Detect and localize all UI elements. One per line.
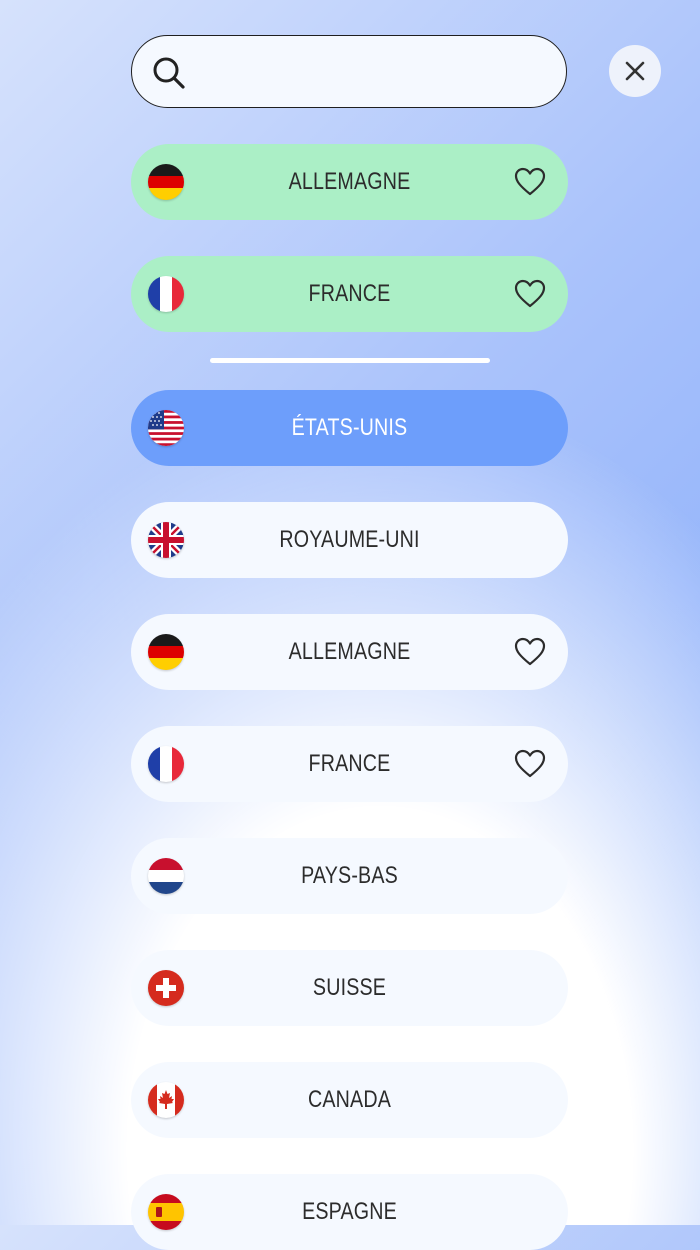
country-label: ALLEMAGNE (288, 638, 411, 665)
heart-icon[interactable] (514, 749, 546, 779)
close-icon (625, 61, 645, 81)
flag-france-icon (148, 276, 184, 312)
search-input[interactable] (202, 50, 546, 96)
flag-france-icon (148, 746, 184, 782)
country-label: ESPAGNE (302, 1198, 397, 1225)
search-icon (153, 57, 185, 89)
favorite-country-row[interactable]: FRANCE (131, 256, 568, 332)
heart-icon[interactable] (514, 637, 546, 667)
section-divider (210, 358, 490, 363)
country-label: FRANCE (308, 750, 391, 777)
flag-switzerland-icon (148, 970, 184, 1006)
heart-icon[interactable] (514, 279, 546, 309)
country-row[interactable]: ALLEMAGNE (131, 614, 568, 690)
heart-icon[interactable] (514, 167, 546, 197)
flag-netherlands-icon (148, 858, 184, 894)
country-label: ALLEMAGNE (288, 168, 411, 195)
close-button[interactable] (609, 45, 661, 97)
country-label: SUISSE (312, 974, 387, 1001)
flag-usa-icon (148, 410, 184, 446)
country-row[interactable]: SUISSE (131, 950, 568, 1026)
country-label: PAYS-BAS (301, 862, 398, 889)
country-label: ROYAUME-UNI (279, 526, 420, 553)
country-row-selected[interactable]: ÉTATS-UNIS (131, 390, 568, 466)
country-label: ÉTATS-UNIS (291, 414, 408, 441)
flag-germany-icon (148, 634, 184, 670)
country-row[interactable]: FRANCE (131, 726, 568, 802)
country-label: FRANCE (308, 280, 391, 307)
country-label: CANADA (307, 1086, 391, 1113)
flag-canada-icon (148, 1082, 184, 1118)
country-row[interactable]: CANADA (131, 1062, 568, 1138)
favorite-country-row[interactable]: ALLEMAGNE (131, 144, 568, 220)
flag-uk-icon (148, 522, 184, 558)
search-bar[interactable] (131, 35, 567, 108)
flag-germany-icon (148, 164, 184, 200)
country-row[interactable]: ROYAUME-UNI (131, 502, 568, 578)
country-row[interactable]: ESPAGNE (131, 1174, 568, 1250)
country-row[interactable]: PAYS-BAS (131, 838, 568, 914)
